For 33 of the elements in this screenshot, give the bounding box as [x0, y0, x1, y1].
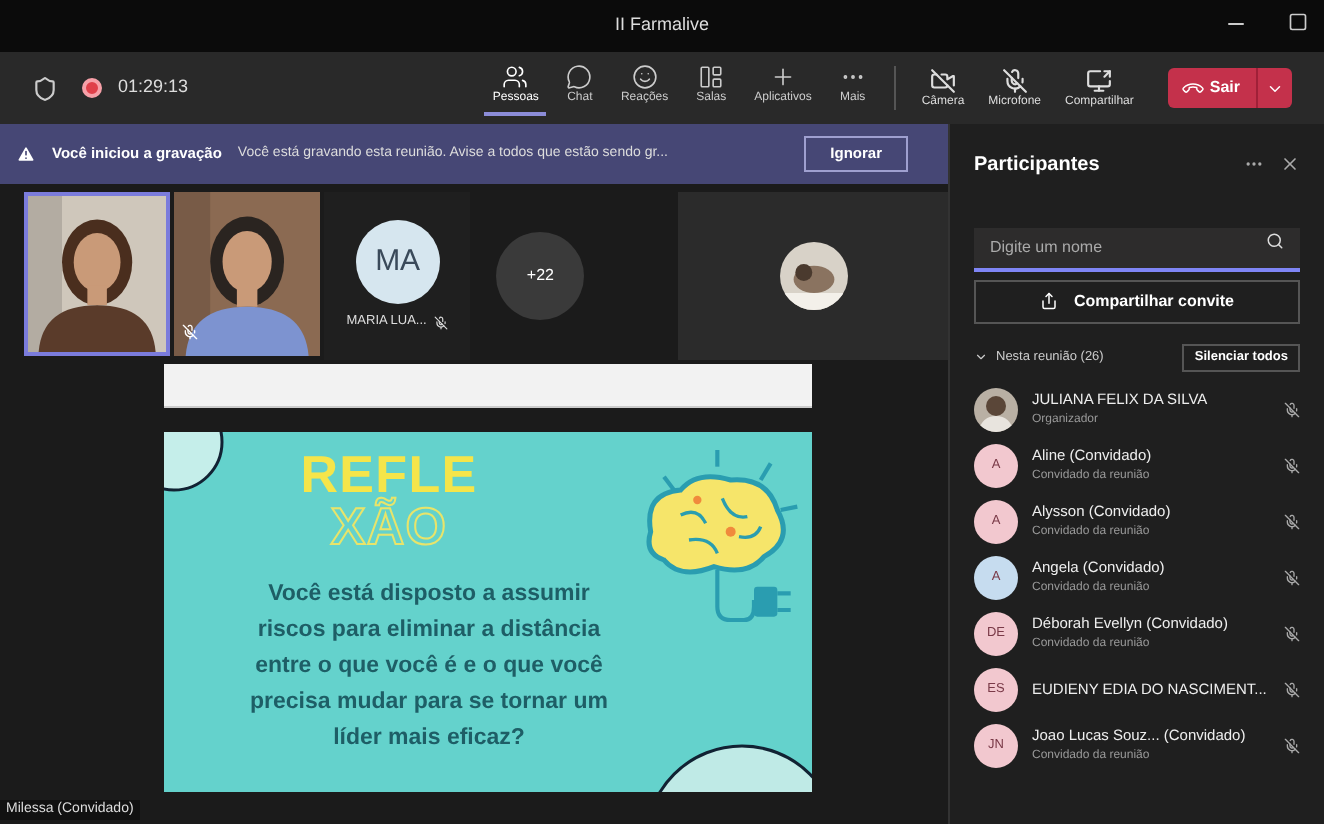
shield-icon[interactable]: [32, 75, 58, 101]
mic-off-icon: [1284, 625, 1300, 641]
camera-icon: [930, 68, 956, 94]
rooms-icon: [698, 64, 725, 90]
share-icon: [1086, 68, 1113, 94]
slide-question: Você está disposto a assumir riscos para eliminar a distância entre o que você é e o que você precisa mudar para se tornar um líder mais eficaz?: [248, 580, 610, 754]
mic-icon: [1001, 68, 1028, 94]
close-icon[interactable]: [1280, 154, 1300, 174]
apps-icon: [769, 64, 796, 90]
search-field[interactable]: Digite um nome: [974, 227, 1300, 271]
collapse-icon[interactable]: [974, 350, 988, 364]
chat-icon: [566, 64, 593, 90]
window-title: II Farmalive: [614, 12, 709, 39]
warning-icon: [16, 144, 36, 164]
search-icon: [1266, 232, 1284, 250]
leave-button[interactable]: Sair: [1167, 68, 1292, 108]
meeting-timer: 01:29:13: [118, 74, 189, 101]
mic-off-icon: [1284, 737, 1300, 753]
slide-title: REFLE: [300, 448, 478, 500]
mic-off-icon: [1284, 457, 1300, 473]
initials-avatar: MA: [355, 220, 440, 305]
more-participants-count[interactable]: +22: [496, 232, 585, 320]
reactions-icon: [631, 64, 658, 90]
panel-title: Participantes: [974, 151, 1100, 179]
mic-off-icon: [1284, 513, 1300, 529]
invite-button[interactable]: Compartilhar convite: [974, 279, 1300, 323]
mic-off-icon: [1284, 681, 1300, 697]
mic-off-icon: [1284, 401, 1300, 417]
mic-off-icon: [1284, 569, 1300, 585]
slide-title: XÃO: [330, 500, 448, 552]
share-icon: [1039, 292, 1058, 310]
maximize-icon[interactable]: [1288, 12, 1308, 32]
people-icon: [502, 64, 529, 90]
